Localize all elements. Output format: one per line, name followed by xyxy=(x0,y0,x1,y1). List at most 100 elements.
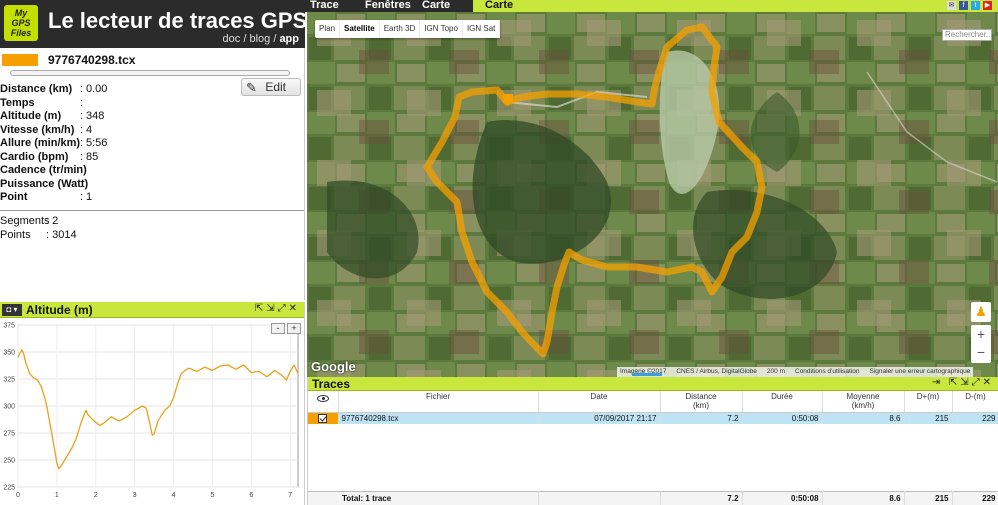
stat-value: 5:56 xyxy=(86,137,108,149)
total-dplus: 215 xyxy=(904,490,953,505)
google-logo: Google xyxy=(311,359,356,374)
cell-file: 9776740298.tcx xyxy=(338,412,539,424)
traces-panel-header: Traces ⇥ ⇱⇲⤢✕ xyxy=(308,377,998,391)
track-position-slider[interactable] xyxy=(10,70,290,76)
table-row[interactable]: 9776740298.tcx 07/09/2017 21:17 7.2 0:50… xyxy=(308,412,998,424)
app-logo[interactable]: My GPS Files xyxy=(4,5,38,41)
map-zoom-out-button[interactable]: − xyxy=(971,343,991,361)
column-header-file[interactable]: Fichier xyxy=(338,391,539,413)
youtube-icon[interactable]: ▶ xyxy=(983,1,992,10)
column-header-unit: (km) xyxy=(693,401,709,410)
stat-row: Altitude (m):348 xyxy=(0,110,107,124)
panel-window-controls[interactable]: ⇱⇲⤢✕ xyxy=(255,303,300,314)
track-visibility-cell[interactable] xyxy=(308,412,339,424)
street-view-pegman-icon[interactable]: ♟ xyxy=(971,302,991,322)
y-tick-label: 375 xyxy=(3,323,15,330)
pencil-icon: ✎ xyxy=(246,80,257,95)
blog-link[interactable]: blog xyxy=(249,33,270,45)
stat-row: Point:1 xyxy=(0,191,107,205)
twitter-icon[interactable]: t xyxy=(971,1,980,10)
points-label: Points xyxy=(0,229,31,241)
cell-distance: 7.2 xyxy=(660,412,743,424)
facebook-icon[interactable]: f xyxy=(959,1,968,10)
x-tick-label: 5 xyxy=(210,492,214,499)
track-color-swatch[interactable] xyxy=(2,54,38,66)
map-attribution: Imagerie ©2017 CNES / Airbus, DigitalGlo… xyxy=(617,367,974,377)
active-section-label: Carte xyxy=(485,0,514,11)
altitude-chart[interactable]: 225 250 275 300 325 350 375 0 1 2 3 4 5 6 7 - + xyxy=(0,319,304,505)
total-row-wrap: Total: 1 trace 7.2 0:50:08 8.6 215 229 xyxy=(308,490,998,505)
chart-zoom-in-button[interactable]: + xyxy=(287,323,301,334)
segments-row: Segments: 2 xyxy=(0,215,58,227)
app-link[interactable]: app xyxy=(279,33,299,45)
terms-link[interactable]: Conditions d'utilisation xyxy=(795,367,859,377)
column-header-dminus[interactable]: D-(m) xyxy=(952,391,998,413)
stat-value: 348 xyxy=(86,110,105,122)
traces-window-controls[interactable]: ⇥ ⇱⇲⤢✕ xyxy=(932,377,994,388)
chart-zoom-out-button[interactable]: - xyxy=(271,323,285,334)
altitude-panel-title: Altitude (m) xyxy=(26,303,93,317)
traces-table-area: Fichier Date Distance (km) Durée Moyenne(… xyxy=(308,391,998,505)
edit-button-label: Edit xyxy=(265,80,286,94)
column-header-distance[interactable]: Distance (km) xyxy=(660,391,743,413)
x-tick-label: 2 xyxy=(94,492,98,499)
traces-panel: Traces ⇥ ⇱⇲⤢✕ Fichier Date Distance (km) … xyxy=(307,377,998,505)
stat-separator: : xyxy=(80,164,84,176)
column-header-visibility[interactable] xyxy=(308,391,339,413)
total-row: Total: 1 trace 7.2 0:50:08 8.6 215 229 xyxy=(308,490,998,505)
total-distance: 7.2 xyxy=(660,490,743,505)
column-header-duration[interactable]: Durée xyxy=(742,391,823,413)
total-date xyxy=(538,490,661,505)
map-zoom-in-button[interactable]: + xyxy=(971,325,991,343)
y-tick-label: 350 xyxy=(3,350,15,357)
total-duration: 0:50:08 xyxy=(742,490,823,505)
stat-label: Vitesse (km/h) xyxy=(0,123,75,136)
column-header-date[interactable]: Date xyxy=(538,391,661,413)
stats-divider xyxy=(0,210,304,211)
total-average: 8.6 xyxy=(822,490,905,505)
map-type-ign-topo[interactable]: IGN Topo xyxy=(420,20,463,38)
total-dminus: 229 xyxy=(952,490,998,505)
map-scale: 200 m xyxy=(766,368,785,375)
track-visible-checkbox[interactable] xyxy=(318,413,328,423)
map-slider-handle[interactable] xyxy=(632,373,662,376)
map-type-plan[interactable]: Plan xyxy=(315,20,341,38)
column-header-average[interactable]: Moyenne (km/h) xyxy=(822,391,905,413)
mail-icon[interactable]: ✉ xyxy=(947,1,956,10)
map-type-ign-sat[interactable]: IGN Sat xyxy=(463,20,501,38)
segments-label: Segments xyxy=(0,215,50,227)
active-section-bar: Carte ✉ f t ▶ xyxy=(473,0,998,12)
stat-label: Allure (min/km) xyxy=(0,137,81,149)
panel-menu-icon[interactable]: ◘ ▾ xyxy=(2,304,22,316)
doc-link[interactable]: doc xyxy=(223,33,241,45)
report-error-link[interactable]: Signaler une erreur cartographique xyxy=(869,367,970,377)
segments-value: 2 xyxy=(52,215,59,227)
app-root: My GPS Files Le lecteur de traces GPS do… xyxy=(0,0,998,505)
y-tick-label: 250 xyxy=(3,458,15,465)
cell-average: 8.6 xyxy=(822,412,905,424)
stat-row: Temps: xyxy=(0,97,107,111)
column-header-label: Moyenne xyxy=(846,392,880,401)
edit-button[interactable]: ✎ Edit xyxy=(241,78,301,96)
nav-fenetres[interactable]: Fenêtres xyxy=(365,0,411,11)
column-header-label: Distance xyxy=(685,392,717,401)
map-view[interactable]: Plan Satellite Earth 3D IGN Topo IGN Sat… xyxy=(307,12,998,377)
traces-panel-title: Traces xyxy=(312,377,351,391)
y-tick-label: 325 xyxy=(3,377,15,384)
column-header-dplus[interactable]: D+(m) xyxy=(904,391,953,413)
cell-duration: 0:50:08 xyxy=(742,412,823,424)
logo-line: Files xyxy=(10,28,32,38)
cell-dminus: 229 xyxy=(952,412,998,424)
stat-label: Altitude (m) xyxy=(0,110,62,122)
nav-trace[interactable]: Trace xyxy=(310,0,339,11)
map-type-satellite[interactable]: Satellite xyxy=(340,20,380,38)
map-type-earth-3d[interactable]: Earth 3D xyxy=(380,20,421,38)
y-tick-label: 225 xyxy=(3,485,15,492)
map-search-input[interactable]: Rechercher... xyxy=(942,29,993,41)
stat-row: Distance (km):0.00 xyxy=(0,83,107,97)
cell-dplus: 215 xyxy=(904,412,953,424)
nav-carte[interactable]: Carte xyxy=(422,0,450,11)
column-header-label: Durée xyxy=(771,392,793,401)
map-type-selector: Plan Satellite Earth 3D IGN Topo IGN Sat xyxy=(315,20,501,38)
x-tick-label: 4 xyxy=(172,492,176,499)
